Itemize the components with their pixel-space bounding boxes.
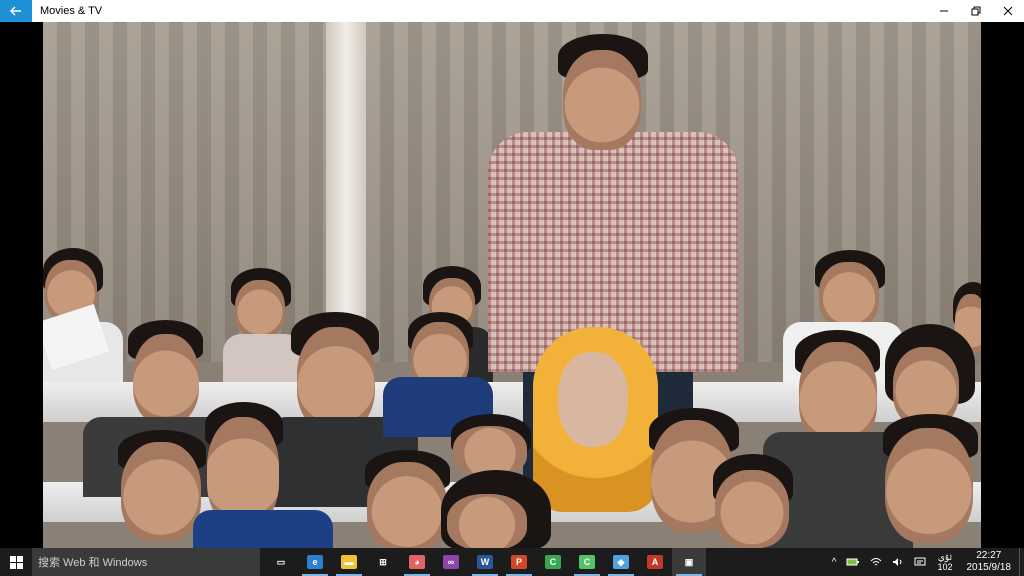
camtasia-recorder-icon: C [579,555,595,569]
taskbar-visual-studio[interactable]: ∞ [434,548,468,576]
show-desktop-button[interactable] [1019,548,1024,576]
back-arrow-icon [10,6,21,16]
search-placeholder: 搜索 Web 和 Windows [38,557,148,569]
app-icon: ◆ [613,555,629,569]
window-light [326,22,366,322]
powerpoint-icon: P [511,555,527,569]
input-method-indicator[interactable]: ئۇي 102 [931,552,958,572]
system-tray: ^ ئۇي 102 22:27 2015/9/18 [827,548,1024,576]
video-frame[interactable] [43,22,981,548]
minimize-button[interactable] [928,0,960,22]
visual-studio-icon: ∞ [443,555,459,569]
clock-date: 2015/9/18 [966,562,1012,573]
taskbar-store[interactable]: ⊞ [366,548,400,576]
taskbar-file-explorer[interactable]: ▬ [332,548,366,576]
notification-icon[interactable] [909,557,931,567]
taskbar-movies-tv[interactable]: ▣ [672,548,706,576]
taskbar-app-blue[interactable]: ◆ [604,548,638,576]
store-icon: ⊞ [379,556,387,567]
app-title: Movies & TV [40,5,103,17]
chevron-up-icon[interactable]: ^ [827,557,842,568]
taskbar: 搜索 Web 和 Windows ▭ e ▬ ⊞ ◕ ∞ W P C C ◆ A ▣ ^ ئۇي 102… [0,548,1024,576]
video-player[interactable] [0,22,1024,548]
folder-icon: ▬ [341,555,357,569]
title-bar: Movies & TV [0,0,1024,22]
restore-button[interactable] [960,0,992,22]
camtasia-icon: C [545,555,561,569]
paint-icon: ◕ [409,555,425,569]
taskbar-acrobat[interactable]: A [638,548,672,576]
start-button[interactable] [0,548,32,576]
volume-icon[interactable] [887,557,909,567]
restore-icon [971,6,981,16]
taskbar-camtasia[interactable]: C [536,548,570,576]
taskbar-edge[interactable]: e [298,548,332,576]
close-icon [1003,6,1013,16]
back-button[interactable] [0,0,32,22]
taskbar-word[interactable]: W [468,548,502,576]
windows-logo-icon [9,555,23,569]
clock[interactable]: 22:27 2015/9/18 [959,550,1020,574]
pinned-apps: ▭ e ▬ ⊞ ◕ ∞ W P C C ◆ A ▣ [264,548,706,576]
clock-time: 22:27 [976,550,1002,561]
battery-icon[interactable] [841,557,865,567]
minimize-icon [940,10,948,12]
window-controls [928,0,1024,22]
clapper-icon: ▣ [684,556,694,567]
woman-face [558,352,628,447]
network-icon[interactable] [865,557,887,567]
taskbar-powerpoint[interactable]: P [502,548,536,576]
pdf-icon: A [647,555,663,569]
task-view-icon: ▭ [276,556,286,567]
edge-icon: e [307,555,323,569]
taskbar-camtasia-recorder[interactable]: C [570,548,604,576]
taskbar-paint[interactable]: ◕ [400,548,434,576]
close-button[interactable] [992,0,1024,22]
search-box[interactable]: 搜索 Web 和 Windows [32,548,260,576]
word-icon: W [477,555,493,569]
taskbar-task-view[interactable]: ▭ [264,548,298,576]
